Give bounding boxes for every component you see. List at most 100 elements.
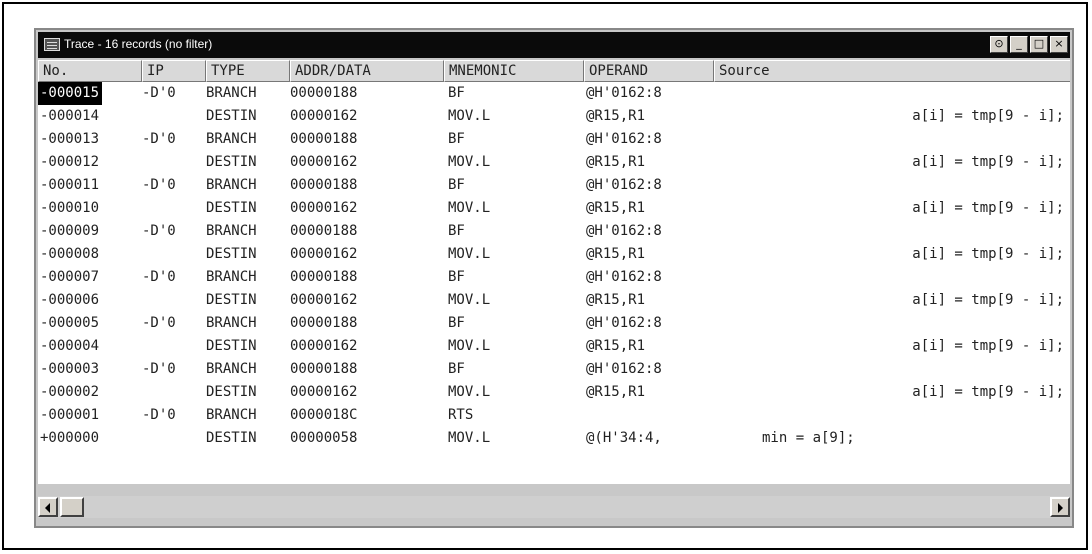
cell-mnemonic: MOV.L: [448, 384, 491, 400]
close-button[interactable]: ×: [1050, 36, 1068, 53]
maximize-button[interactable]: □: [1030, 36, 1048, 53]
column-header-no[interactable]: No.: [38, 60, 142, 82]
cell-no: -000003: [40, 361, 100, 377]
cell-type: DESTIN: [206, 292, 257, 308]
cell-mnemonic: MOV.L: [448, 338, 491, 354]
scroll-right-button[interactable]: [1050, 497, 1070, 517]
cell-no: -000001: [40, 407, 100, 423]
cell-type: BRANCH: [206, 177, 257, 193]
options-button[interactable]: ⊙: [990, 36, 1008, 53]
cell-ip: -D'0: [142, 315, 176, 331]
cell-no: -000005: [40, 315, 100, 331]
cell-type: BRANCH: [206, 407, 257, 423]
cell-mnemonic: MOV.L: [448, 200, 491, 216]
cell-operand: @H'0162:8: [586, 361, 662, 377]
column-header-type[interactable]: TYPE: [206, 60, 290, 82]
cell-operand: @R15,R1: [586, 338, 646, 354]
window-title: Trace - 16 records (no filter): [64, 37, 213, 51]
cell-no: -000004: [40, 338, 100, 354]
cell-operand: @H'0162:8: [586, 131, 662, 147]
cell-operand: @R15,R1: [586, 154, 646, 170]
cell-source: a[i] = tmp[9 - i];: [912, 384, 1064, 400]
cell-type: BRANCH: [206, 85, 257, 101]
cell-type: DESTIN: [206, 108, 257, 124]
column-header-addr-data[interactable]: ADDR/DATA: [290, 60, 444, 82]
cell-addr-data: 00000188: [290, 223, 358, 239]
cell-no: -000011: [40, 177, 100, 193]
cell-addr-data: 00000162: [290, 292, 358, 308]
trace-window-icon: [44, 38, 60, 51]
cell-no: -000006: [40, 292, 100, 308]
cell-addr-data: 00000188: [290, 85, 358, 101]
cell-addr-data: 00000162: [290, 246, 358, 262]
cell-no: -000014: [40, 108, 100, 124]
cell-addr-data: 00000188: [290, 315, 358, 331]
cell-operand: @R15,R1: [586, 292, 646, 308]
cell-source: a[i] = tmp[9 - i];: [912, 292, 1064, 308]
cell-addr-data: 0000018C: [290, 407, 358, 423]
cell-type: BRANCH: [206, 223, 257, 239]
horizontal-scrollbar[interactable]: [38, 496, 1070, 518]
cell-mnemonic: BF: [448, 131, 465, 147]
cell-type: DESTIN: [206, 384, 257, 400]
cell-type: DESTIN: [206, 246, 257, 262]
cell-operand: @H'0162:8: [586, 177, 662, 193]
cell-no: -000012: [40, 154, 100, 170]
cell-operand: @R15,R1: [586, 246, 646, 262]
cell-addr-data: 00000188: [290, 177, 358, 193]
arrow-left-icon: [45, 503, 50, 513]
cell-mnemonic: MOV.L: [448, 246, 491, 262]
figure-frame: Trace - 16 records (no filter) ⊙ _ □ × N…: [2, 2, 1088, 550]
cell-no: -000002: [40, 384, 100, 400]
cell-addr-data: 00000188: [290, 361, 358, 377]
cell-source: a[i] = tmp[9 - i];: [912, 246, 1064, 262]
cell-addr-data: 00000162: [290, 384, 358, 400]
cell-addr-data: 00000162: [290, 338, 358, 354]
cell-no: -000008: [40, 246, 100, 262]
cell-mnemonic: BF: [448, 177, 465, 193]
cell-no: -000013: [40, 131, 100, 147]
cell-type: DESTIN: [206, 200, 257, 216]
cell-type: DESTIN: [206, 154, 257, 170]
cell-addr-data: 00000058: [290, 430, 358, 446]
column-header-mnemonic[interactable]: MNEMONIC: [444, 60, 584, 82]
cell-source: a[i] = tmp[9 - i];: [912, 108, 1064, 124]
cell-mnemonic: RTS: [448, 407, 474, 423]
cell-operand: @R15,R1: [586, 108, 646, 124]
cell-operand: @(H'34:4,: [586, 430, 662, 446]
cell-no: -000015: [38, 82, 103, 105]
cell-source: a[i] = tmp[9 - i];: [912, 338, 1064, 354]
column-header-source[interactable]: Source: [714, 60, 1070, 82]
scroll-left-button[interactable]: [38, 497, 58, 517]
cell-addr-data: 00000188: [290, 131, 358, 147]
cell-mnemonic: MOV.L: [448, 154, 491, 170]
column-header-operand[interactable]: OPERAND: [584, 60, 714, 82]
cell-mnemonic: BF: [448, 223, 465, 239]
cell-mnemonic: BF: [448, 269, 465, 285]
cell-ip: -D'0: [142, 269, 176, 285]
minimize-button[interactable]: _: [1010, 36, 1028, 53]
cell-mnemonic: BF: [448, 85, 465, 101]
cell-operand: @R15,R1: [586, 200, 646, 216]
column-header-ip[interactable]: IP: [142, 60, 206, 82]
cell-operand: @H'0162:8: [586, 223, 662, 239]
cell-ip: -D'0: [142, 85, 176, 101]
cell-operand: @R15,R1: [586, 384, 646, 400]
cell-mnemonic: BF: [448, 361, 465, 377]
cell-addr-data: 00000162: [290, 108, 358, 124]
cell-type: BRANCH: [206, 131, 257, 147]
cell-type: BRANCH: [206, 315, 257, 331]
cell-addr-data: 00000188: [290, 269, 358, 285]
table-header: No. IP TYPE ADDR/DATA MNEMONIC OPERAND S…: [38, 60, 1070, 82]
cell-operand: @H'0162:8: [586, 269, 662, 285]
scroll-thumb[interactable]: [60, 497, 84, 517]
cell-no: -000009: [40, 223, 100, 239]
title-bar[interactable]: Trace - 16 records (no filter) ⊙ _ □ ×: [38, 32, 1070, 58]
cell-addr-data: 00000162: [290, 154, 358, 170]
cell-operand: @H'0162:8: [586, 85, 662, 101]
cell-mnemonic: BF: [448, 315, 465, 331]
cell-mnemonic: MOV.L: [448, 292, 491, 308]
title-buttons: ⊙ _ □ ×: [990, 36, 1068, 53]
cell-source: a[i] = tmp[9 - i];: [912, 200, 1064, 216]
cell-type: DESTIN: [206, 338, 257, 354]
